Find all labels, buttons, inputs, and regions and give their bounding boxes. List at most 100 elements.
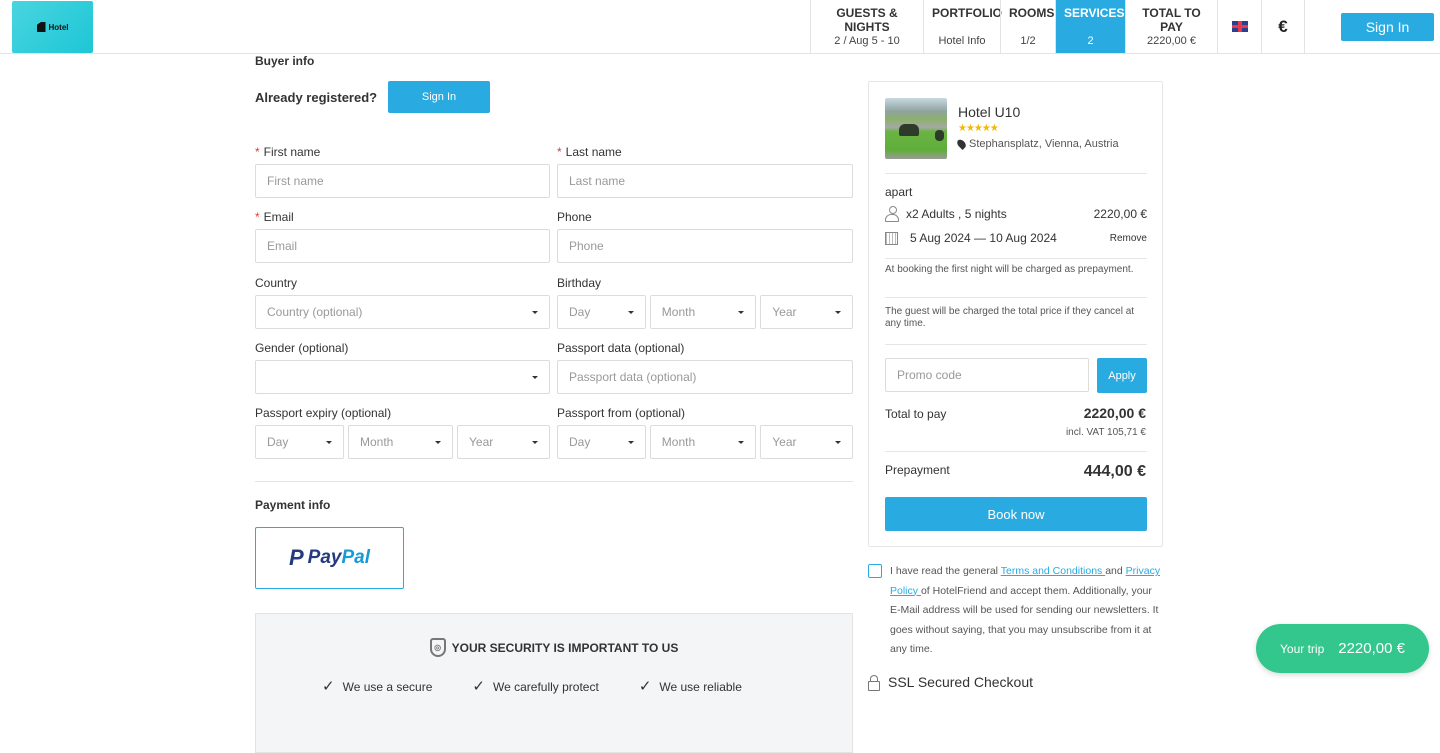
nav-step-title: GUESTS & NIGHTS bbox=[836, 6, 898, 34]
map-pin-icon bbox=[955, 137, 968, 151]
country-select[interactable]: Country (optional) bbox=[255, 295, 550, 329]
passport-expiry-day-select[interactable]: Day bbox=[255, 425, 344, 459]
caret-down-icon bbox=[326, 440, 332, 444]
passport-data-label: Passport data (optional) bbox=[557, 341, 685, 355]
promo-code-input[interactable]: Promo code bbox=[885, 358, 1089, 392]
hotel-address: Stephansplatz, Vienna, Austria bbox=[955, 137, 1119, 151]
passport-expiry-month-select[interactable]: Month bbox=[348, 425, 453, 459]
last-name-label: Last name bbox=[565, 145, 622, 159]
required-asterisk: * bbox=[557, 145, 562, 159]
birthday-month-select[interactable]: Month bbox=[649, 295, 757, 329]
passport-data-field: Passport data (optional) Passport data (… bbox=[557, 341, 853, 394]
security-points: ✓ We use a secure ✓ We carefully protect ✓… bbox=[322, 678, 742, 695]
dates-line: 5 Aug 2024 — 10 Aug 2024 Remove bbox=[885, 231, 1147, 245]
remove-room-link[interactable]: Remove bbox=[1110, 233, 1147, 244]
passport-data-input[interactable]: Passport data (optional) bbox=[557, 360, 853, 394]
buyer-sign-in-button[interactable]: Sign In bbox=[388, 81, 490, 113]
divider bbox=[885, 258, 1147, 259]
country-placeholder: Country (optional) bbox=[267, 305, 363, 319]
nav-step-title: PORTFOLIO bbox=[932, 6, 1002, 20]
terms-link[interactable]: Terms and Conditions bbox=[1001, 565, 1105, 577]
passport-from-month-select[interactable]: Month bbox=[649, 425, 757, 459]
payment-info-heading: Payment info bbox=[255, 498, 331, 512]
paypal-wordmark: PayPal bbox=[308, 547, 370, 569]
caret-down-icon bbox=[738, 310, 745, 314]
currency-selector[interactable]: € bbox=[1261, 0, 1305, 53]
birthday-day-select[interactable]: Day bbox=[557, 295, 646, 329]
paypal-payment-option[interactable]: P PayPal bbox=[255, 527, 404, 589]
nav-step-guests-nights[interactable]: GUESTS & NIGHTS 2 / Aug 5 - 10 bbox=[810, 0, 923, 53]
check-icon: ✓ bbox=[638, 678, 652, 695]
last-name-input[interactable]: Last name bbox=[557, 164, 853, 198]
nav-step-rooms[interactable]: ROOMS 1/2 bbox=[1000, 0, 1055, 53]
passport-from-label: Passport from (optional) bbox=[557, 406, 686, 420]
nav-step-services[interactable]: SERVICES 2 bbox=[1055, 0, 1125, 53]
first-name-input[interactable]: First name bbox=[255, 164, 550, 198]
divider bbox=[885, 451, 1147, 452]
passport-expiry-year-select[interactable]: Year bbox=[457, 425, 550, 459]
total-value: 2220,00 € bbox=[1083, 405, 1146, 421]
security-point: ✓ We use reliable bbox=[638, 678, 742, 695]
phone-label: Phone bbox=[557, 210, 592, 224]
language-selector[interactable] bbox=[1217, 0, 1261, 53]
your-trip-button[interactable]: Your trip 2220,00 € bbox=[1256, 624, 1429, 673]
security-point-text: We use reliable bbox=[659, 680, 742, 694]
phone-input[interactable]: Phone bbox=[557, 229, 853, 263]
security-point-text: We use a secure bbox=[342, 680, 433, 694]
terms-text: I have read the general Terms and Condit… bbox=[890, 565, 1161, 655]
top-bar: Hotel GUESTS & NIGHTS 2 / Aug 5 - 10 POR… bbox=[0, 0, 1440, 54]
apply-promo-button[interactable]: Apply bbox=[1097, 358, 1147, 393]
book-now-button[interactable]: Book now bbox=[885, 497, 1147, 531]
nav-step-title: ROOMS bbox=[1009, 6, 1055, 20]
select-value: Day bbox=[267, 435, 289, 449]
nav-step-total[interactable]: TOTAL TO PAY 2220,00 € bbox=[1125, 0, 1217, 53]
birthday-label: Birthday bbox=[557, 276, 602, 290]
check-icon: ✓ bbox=[472, 678, 485, 695]
nav-step-title: TOTAL TO PAY bbox=[1142, 6, 1201, 34]
hotel-name: Hotel U10 bbox=[958, 104, 1021, 120]
terms-checkbox[interactable] bbox=[868, 564, 882, 578]
thumbnail-detail bbox=[935, 130, 944, 141]
building-icon bbox=[36, 22, 46, 32]
hotel-thumbnail[interactable] bbox=[885, 98, 947, 159]
gender-select[interactable] bbox=[255, 360, 550, 394]
caret-down-icon bbox=[435, 440, 441, 444]
caret-down-icon bbox=[627, 310, 634, 314]
country-field: Country Country (optional) bbox=[255, 276, 550, 329]
hotel-logo[interactable]: Hotel bbox=[12, 1, 93, 53]
divider bbox=[885, 297, 1147, 298]
prepayment-label: Prepayment bbox=[885, 463, 950, 477]
buyer-info-heading: Buyer info bbox=[255, 54, 315, 68]
ssl-label: SSL Secured Checkout bbox=[888, 674, 1034, 690]
your-trip-label: Your trip bbox=[1280, 641, 1325, 656]
prepayment-note: At booking the first night will be charg… bbox=[885, 264, 1134, 275]
ssl-secured-checkout: SSL Secured Checkout bbox=[868, 674, 1034, 691]
first-name-label: First name bbox=[263, 145, 321, 159]
select-value: Year bbox=[469, 435, 494, 449]
shield-icon: ◎ bbox=[429, 638, 446, 657]
phone-field: Phone Phone bbox=[557, 210, 853, 263]
select-value: Month bbox=[360, 435, 394, 449]
logo-text: Hotel bbox=[48, 22, 69, 32]
passport-from-day-select[interactable]: Day bbox=[557, 425, 646, 459]
email-input[interactable]: Email bbox=[255, 229, 550, 263]
uk-flag-icon bbox=[1231, 21, 1248, 32]
header-sign-in-button[interactable]: Sign In bbox=[1341, 13, 1434, 41]
paypal-wordmark-a: Pay bbox=[307, 547, 342, 568]
caret-down-icon bbox=[738, 440, 745, 444]
nav-step-sub: 2 / Aug 5 - 10 bbox=[834, 35, 900, 47]
passport-from-field: Passport from (optional) Day Month Year bbox=[557, 406, 853, 459]
nav-step-sub: 2220,00 € bbox=[1147, 35, 1196, 47]
select-value: Month bbox=[661, 305, 696, 319]
calendar-icon bbox=[885, 231, 898, 245]
passport-expiry-field: Passport expiry (optional) Day Month Yea… bbox=[255, 406, 550, 459]
select-value: Year bbox=[772, 305, 797, 319]
birthday-year-select[interactable]: Year bbox=[760, 295, 853, 329]
nav-step-title: SERVICES bbox=[1064, 6, 1125, 20]
guests-text: x2 Adults , 5 nights bbox=[906, 206, 1007, 221]
prepayment-value: 444,00 € bbox=[1083, 463, 1146, 480]
select-value: Month bbox=[661, 435, 696, 449]
passport-from-year-select[interactable]: Year bbox=[760, 425, 853, 459]
select-value: Day bbox=[569, 305, 591, 319]
nav-step-portfolio[interactable]: PORTFOLIO Hotel Info bbox=[923, 0, 1002, 53]
